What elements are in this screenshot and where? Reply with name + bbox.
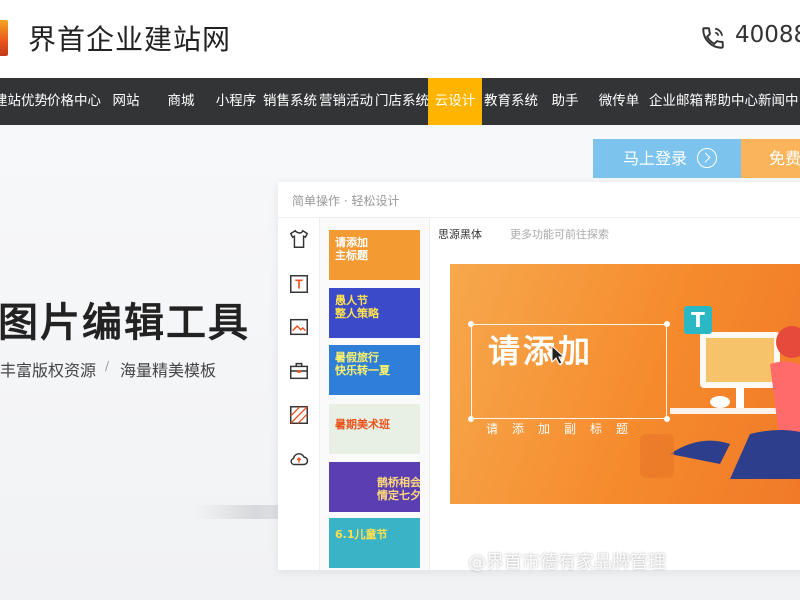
nav-item-advantages[interactable]: 建站优势 — [0, 78, 50, 125]
template-thumbnail[interactable]: 请添加 主标题 — [329, 230, 420, 280]
canvas-subtitle-text[interactable]: 请添加副标题 — [486, 420, 642, 437]
nav-item-mall[interactable]: 商城 — [163, 78, 199, 125]
template-thumbnail[interactable]: 暑期美术班 — [329, 404, 420, 454]
logo-icon[interactable] — [0, 20, 8, 56]
editor-font-bar: 思源黑体 更多功能可前往探索 — [430, 218, 800, 246]
template-thumbnail[interactable]: 暑假旅行 快乐转一夏 — [329, 345, 420, 395]
image-icon[interactable] — [288, 316, 310, 338]
template-thumbnail[interactable]: 鹊桥相会 情定七夕 — [329, 462, 420, 512]
template-thumbnail-text: 愚人节 整人策略 — [335, 294, 379, 320]
template-thumbnail[interactable]: 愚人节 整人策略 — [329, 288, 420, 338]
resize-handle[interactable] — [664, 321, 670, 327]
template-thumbnail-text: 鹊桥相会 情定七夕 — [377, 476, 420, 502]
editor-header-text: 简单操作 · 轻松设计 — [292, 194, 400, 208]
nav-item-marketing[interactable]: 营销活动 — [318, 78, 374, 125]
canvas-title-text[interactable]: 请添加 — [488, 326, 593, 372]
hero-separator: / — [105, 359, 110, 373]
nav-item-cloud-design[interactable]: 云设计 — [428, 78, 482, 125]
nav-item-store-system[interactable]: 门店系统 — [374, 78, 430, 125]
text-icon[interactable] — [288, 273, 310, 295]
template-thumbnail-text: 6.1儿童节 — [335, 528, 388, 541]
template-list: 请添加 主标题 愚人节 整人策略 暑假旅行 快乐转一夏 暑期美术班 鹊桥相会 情… — [320, 218, 430, 570]
hero-title: 图片编辑工具 — [0, 300, 250, 346]
template-thumbnail-text: 请添加 主标题 — [335, 236, 368, 262]
watermark: @界首市德有家品牌管理 — [468, 552, 666, 573]
main-nav: 建站优势 价格中心 网站 商城 小程序 销售系统 营销活动 门店系统 云设计 教… — [0, 78, 800, 125]
resize-handle[interactable] — [468, 416, 474, 422]
text-tool-badge: T — [684, 306, 712, 334]
pattern-icon[interactable] — [288, 404, 310, 426]
nav-item-pricing[interactable]: 价格中心 — [46, 78, 102, 125]
editor-toolbar — [278, 218, 320, 570]
resize-handle[interactable] — [664, 416, 670, 422]
phone-icon — [702, 27, 724, 49]
login-button[interactable]: 马上登录 — [593, 139, 741, 178]
editor-header: 简单操作 · 轻松设计 — [278, 182, 800, 218]
cursor-icon — [551, 344, 566, 365]
font-selector[interactable]: 思源黑体 — [438, 226, 482, 242]
nav-item-flyer[interactable]: 微传单 — [597, 78, 641, 125]
template-thumbnail[interactable]: 6.1儿童节 — [329, 518, 420, 568]
nav-item-education[interactable]: 教育系统 — [483, 78, 539, 125]
resize-handle[interactable] — [468, 321, 474, 327]
phone-number[interactable]: 40088 — [735, 22, 800, 48]
site-logo-text[interactable]: 界首企业建站网 — [28, 18, 231, 58]
nav-item-email[interactable]: 企业邮箱 — [648, 78, 704, 125]
nav-item-website[interactable]: 网站 — [108, 78, 144, 125]
cloud-upload-icon[interactable] — [288, 448, 310, 470]
nav-item-help[interactable]: 帮助中心 — [703, 78, 759, 125]
editor-preview: 简单操作 · 轻松设计 请添加 主标题 愚人节 整人策略 暑假旅行 快乐转一夏 … — [278, 182, 800, 570]
template-thumbnail-text: 暑假旅行 快乐转一夏 — [335, 351, 390, 377]
hero-feature-1: 丰富版权资源 — [0, 361, 97, 380]
hero-feature-2: 海量精美模板 — [120, 361, 217, 380]
site-header: 界首企业建站网 40088 — [0, 0, 800, 78]
briefcase-icon[interactable] — [288, 360, 310, 382]
free-trial-button[interactable]: 免费 — [741, 139, 800, 178]
nav-item-news[interactable]: 新闻中 — [758, 78, 800, 125]
nav-item-miniprogram[interactable]: 小程序 — [212, 78, 260, 125]
nav-item-sales-system[interactable]: 销售系统 — [262, 78, 318, 125]
design-canvas[interactable]: T 请添加 请添加副标题 — [450, 264, 800, 504]
arrow-right-circle-icon — [697, 148, 717, 168]
nav-item-assistant[interactable]: 助手 — [548, 78, 582, 125]
template-thumbnail-text: 暑期美术班 — [335, 418, 390, 431]
editor-hint: 更多功能可前往探索 — [510, 228, 609, 241]
login-button-label: 马上登录 — [623, 149, 688, 168]
tshirt-icon[interactable] — [288, 228, 310, 250]
